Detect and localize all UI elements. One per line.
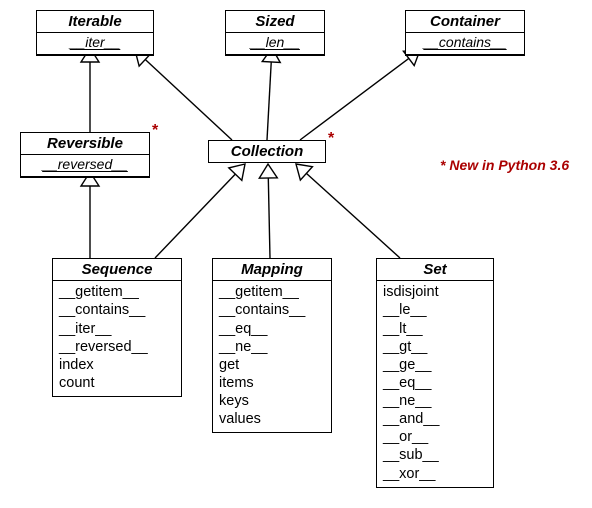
member-item: values	[219, 410, 325, 428]
member-item: count	[59, 374, 175, 392]
member-item: isdisjoint	[383, 283, 487, 301]
member-list: __getitem____contains____iter____reverse…	[53, 281, 181, 396]
member-item: __and__	[383, 410, 487, 428]
member-item: __sub__	[383, 446, 487, 464]
class-title: Container	[406, 11, 524, 33]
member-item: __reversed__	[59, 338, 175, 356]
member-item: __or__	[383, 428, 487, 446]
member-item: __ge__	[383, 356, 487, 374]
class-title: Reversible	[21, 133, 149, 155]
class-title: Set	[377, 259, 493, 281]
abstract-method: __iter__	[37, 33, 153, 55]
member-item: get	[219, 356, 325, 374]
class-title: Collection	[209, 141, 325, 162]
member-item: items	[219, 374, 325, 392]
class-container: Container __contains__	[405, 10, 525, 56]
member-item: keys	[219, 392, 325, 410]
class-sized: Sized __len__	[225, 10, 325, 56]
member-item: __ne__	[383, 392, 487, 410]
member-item: index	[59, 356, 175, 374]
member-item: __getitem__	[219, 283, 325, 301]
member-item: __gt__	[383, 338, 487, 356]
member-item: __eq__	[383, 374, 487, 392]
class-set: Set isdisjoint__le____lt____gt____ge____…	[376, 258, 494, 488]
abstract-method: __contains__	[406, 33, 524, 55]
abstract-method: __reversed__	[21, 155, 149, 177]
member-item: __iter__	[59, 320, 175, 338]
member-item: __contains__	[59, 301, 175, 319]
class-title: Iterable	[37, 11, 153, 33]
new-marker-icon: *	[328, 130, 334, 148]
diagram-canvas: Iterable __iter__ Sized __len__ Containe…	[0, 0, 592, 508]
member-list: isdisjoint__le____lt____gt____ge____eq__…	[377, 281, 493, 486]
class-collection: Collection	[208, 140, 326, 163]
member-item: __eq__	[219, 320, 325, 338]
class-title: Mapping	[213, 259, 331, 281]
class-title: Sequence	[53, 259, 181, 281]
new-marker-icon: *	[152, 122, 158, 140]
member-list: __getitem____contains____eq____ne__getit…	[213, 281, 331, 432]
legend-note: * New in Python 3.6	[440, 157, 569, 173]
member-item: __le__	[383, 301, 487, 319]
member-item: __ne__	[219, 338, 325, 356]
member-item: __contains__	[219, 301, 325, 319]
class-reversible: Reversible __reversed__	[20, 132, 150, 178]
class-title: Sized	[226, 11, 324, 33]
class-iterable: Iterable __iter__	[36, 10, 154, 56]
member-item: __xor__	[383, 465, 487, 483]
class-mapping: Mapping __getitem____contains____eq____n…	[212, 258, 332, 433]
member-item: __getitem__	[59, 283, 175, 301]
abstract-method: __len__	[226, 33, 324, 55]
class-sequence: Sequence __getitem____contains____iter__…	[52, 258, 182, 397]
member-item: __lt__	[383, 320, 487, 338]
